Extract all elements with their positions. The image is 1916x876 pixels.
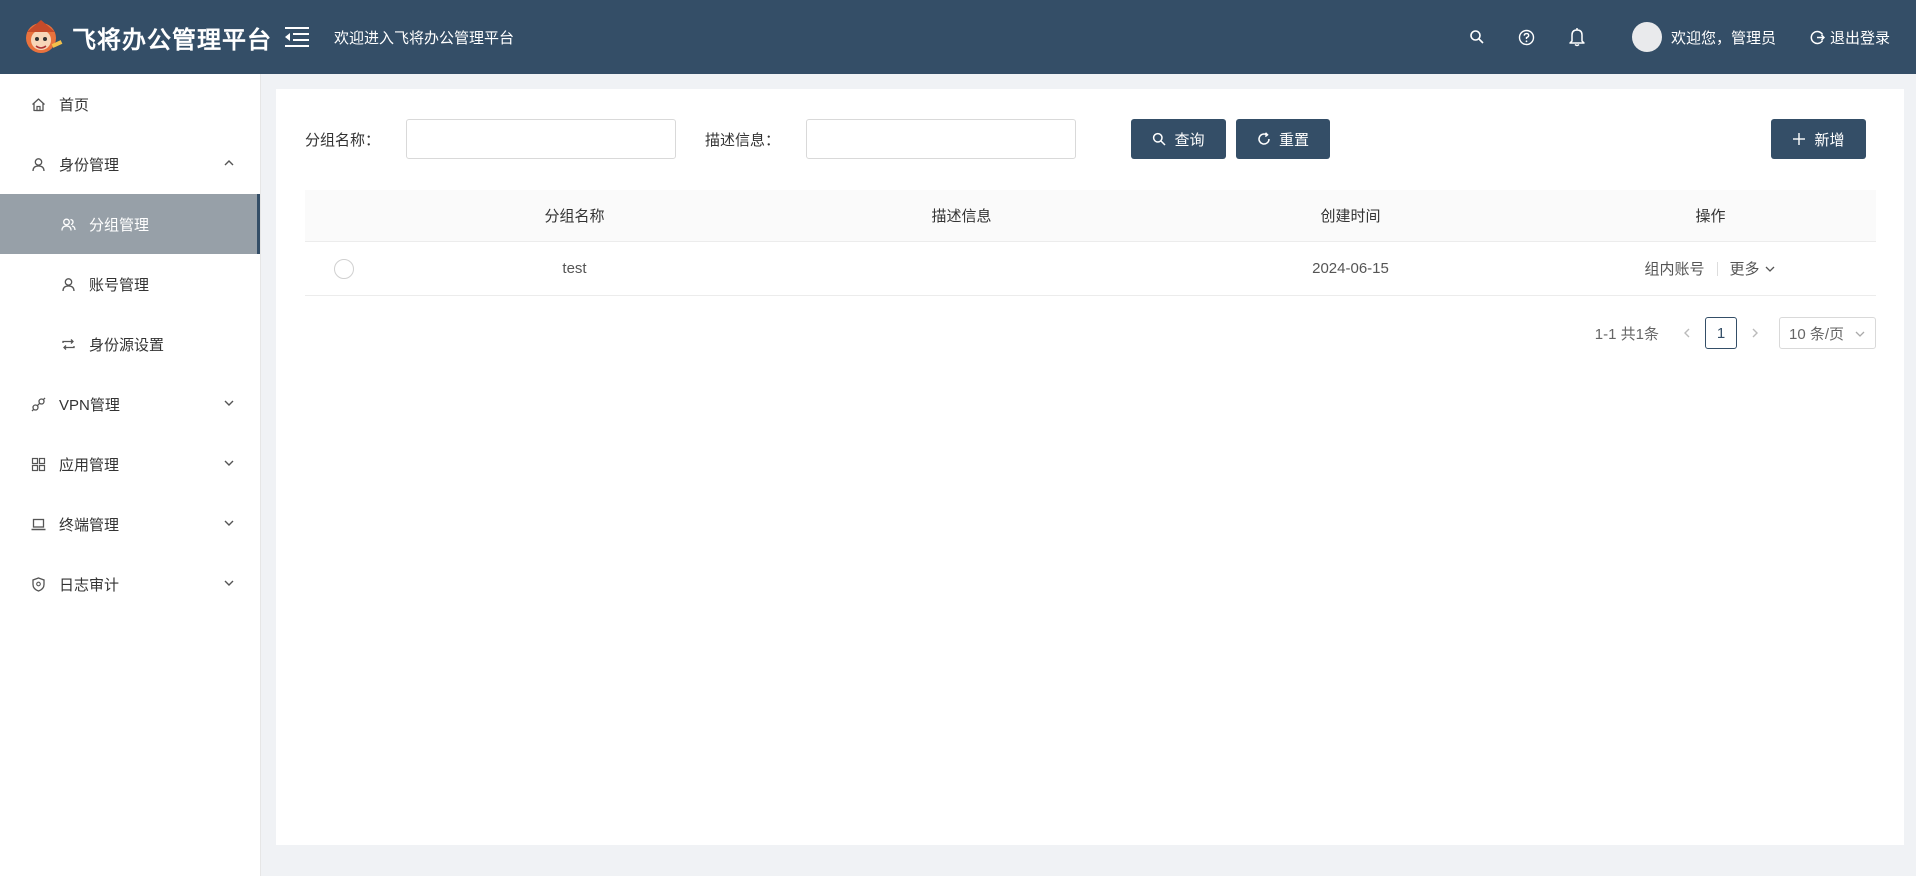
user-icon [30, 156, 46, 172]
query-label: 查询 [1174, 131, 1205, 149]
app-title: 飞将办公管理平台 [72, 26, 272, 54]
reload-icon [1258, 132, 1270, 145]
row-select-radio[interactable] [333, 258, 354, 279]
logout-button[interactable]: 退出登录 [1810, 27, 1890, 48]
sidebar-item-label: 日志审计 [59, 576, 120, 594]
page-size-select[interactable]: 10 条/页 [1779, 317, 1876, 349]
sidebar-item-label: 终端管理 [59, 516, 120, 534]
desc-cell [767, 242, 1156, 295]
sidebar-item-label: 身份管理 [59, 156, 120, 174]
logo-area: 飞将办公管理平台 [0, 16, 271, 58]
sidebar-item-identity[interactable]: 身份管理 [0, 134, 260, 194]
sidebar-item-home[interactable]: 首页 [0, 74, 260, 134]
home-icon [30, 96, 46, 112]
grid-icon [30, 456, 46, 472]
header-actions: 欢迎您，管理员 退出登录 [1452, 0, 1916, 74]
divider [1716, 261, 1718, 276]
user-greeting: 欢迎您，管理员 [1670, 29, 1776, 47]
sync-icon [60, 336, 76, 352]
chevron-down-icon [1855, 331, 1865, 337]
sidebar-item-apps[interactable]: 应用管理 [0, 434, 260, 494]
chevron-left-icon [1684, 328, 1690, 338]
group-accounts-link[interactable]: 组内账号 [1644, 258, 1704, 279]
column-header: 分组名称 [544, 208, 605, 225]
sidebar-item-identity-source[interactable]: 身份源设置 [0, 314, 260, 374]
menu-fold-icon[interactable] [282, 22, 312, 52]
add-label: 新增 [1814, 131, 1845, 149]
reset-button[interactable]: 重置 [1236, 119, 1330, 159]
group-icon [60, 216, 76, 232]
sidebar-item-audit[interactable]: 日志审计 [0, 554, 260, 614]
search-form: 分组名称： 描述信息： 查询 重置 新增 [276, 119, 1904, 159]
more-dropdown[interactable]: 更多 [1730, 258, 1777, 279]
column-header: 操作 [1695, 208, 1726, 225]
add-button[interactable]: 新增 [1771, 119, 1866, 159]
sidebar-item-label: 首页 [59, 96, 90, 114]
sidebar: 首页 身份管理 分组管理 账号管理 身份源设置 VPN管理 应用管理 终端管理 … [0, 74, 261, 876]
logout-label: 退出登录 [1829, 29, 1890, 47]
logout-icon [1810, 30, 1825, 44]
sidebar-item-terminals[interactable]: 终端管理 [0, 494, 260, 554]
group-name-cell: test [562, 260, 587, 277]
chevron-up-icon [224, 160, 234, 166]
sidebar-item-label: 身份源设置 [89, 336, 165, 354]
page-size-label: 10 条/页 [1789, 325, 1845, 343]
created-time-cell: 2024-06-15 [1312, 260, 1389, 277]
chevron-right-icon [1752, 328, 1758, 338]
chevron-down-icon [224, 460, 234, 466]
sidebar-item-label: 分组管理 [89, 216, 150, 234]
sidebar-item-label: VPN管理 [59, 396, 120, 414]
pagination: 1-1 共1条 1 10 条/页 [1595, 317, 1876, 349]
avatar[interactable] [1631, 22, 1662, 52]
query-button[interactable]: 查询 [1131, 119, 1226, 159]
search-icon[interactable] [1466, 26, 1488, 48]
logo-icon [22, 16, 64, 58]
top-header: 飞将办公管理平台 欢迎进入飞将办公管理平台 欢迎您，管理员 退出登录 [0, 0, 1916, 74]
reset-label: 重置 [1278, 131, 1309, 149]
page-number[interactable]: 1 [1705, 317, 1737, 349]
table-row: test 2024-06-15 组内账号 更多 [305, 242, 1876, 296]
chevron-down-icon [224, 580, 234, 586]
more-label: 更多 [1729, 261, 1760, 278]
desc-input[interactable] [806, 119, 1076, 159]
chevron-down-icon [1765, 266, 1774, 272]
laptop-icon [30, 516, 46, 532]
chevron-down-icon [224, 400, 234, 406]
bell-icon[interactable] [1566, 26, 1588, 48]
main-content: 分组名称： 描述信息： 查询 重置 新增 分组名称 描述信息 创建时间 操作 t… [276, 89, 1904, 845]
plus-icon [1793, 133, 1806, 145]
group-name-input[interactable] [406, 119, 676, 159]
pagination-summary: 1-1 共1条 [1594, 325, 1659, 343]
group-name-label: 分组名称： [305, 132, 381, 149]
column-header: 创建时间 [1320, 208, 1381, 225]
column-header: 描述信息 [931, 208, 992, 225]
shield-icon [30, 576, 46, 592]
sidebar-item-label: 账号管理 [89, 276, 150, 294]
sidebar-item-vpn[interactable]: VPN管理 [0, 374, 260, 434]
prev-page-button[interactable] [1673, 317, 1701, 349]
link-icon [30, 396, 46, 412]
welcome-text: 欢迎进入飞将办公管理平台 [334, 29, 515, 47]
chevron-down-icon [224, 520, 234, 526]
operation-cell: 组内账号 更多 [1545, 242, 1876, 295]
search-icon [1153, 132, 1167, 146]
select-column-header [305, 190, 382, 241]
help-icon[interactable] [1516, 26, 1538, 48]
table-header: 分组名称 描述信息 创建时间 操作 [305, 190, 1876, 242]
user-icon [60, 276, 76, 292]
next-page-button[interactable] [1741, 317, 1769, 349]
sidebar-item-accounts[interactable]: 账号管理 [0, 254, 260, 314]
sidebar-item-groups[interactable]: 分组管理 [0, 194, 260, 254]
sidebar-item-label: 应用管理 [59, 456, 120, 474]
desc-label: 描述信息： [705, 132, 781, 149]
group-table: 分组名称 描述信息 创建时间 操作 test 2024-06-15 组内账号 更… [305, 190, 1876, 296]
